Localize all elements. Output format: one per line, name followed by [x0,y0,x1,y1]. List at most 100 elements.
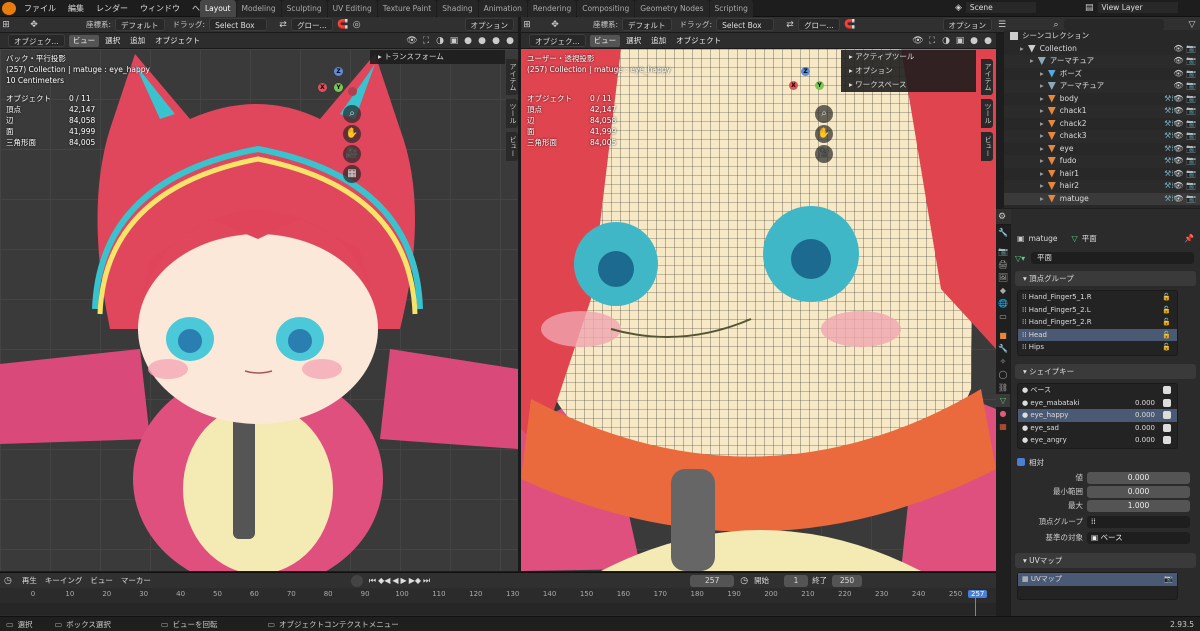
object-menu[interactable]: オブジェクト [151,35,204,47]
slider-max-field[interactable]: 1.000 [1087,500,1190,512]
shape-key-checkbox[interactable] [1163,423,1171,432]
vertex-group-item[interactable]: ⁞⁞ Hips 🔓 [1018,341,1177,354]
gizmo-icon[interactable]: ⛶ [420,35,432,47]
vertex-group-item[interactable]: ⁞⁞ Hand_Finger5_2.L 🔓 [1018,304,1177,317]
shape-key-item[interactable]: ● eye_angry 0.000 [1018,434,1177,447]
view-menu[interactable]: ビュー [589,34,621,47]
uv-map-item[interactable]: ▦ UVマップ 📷 [1018,573,1177,586]
lock-icon[interactable]: 🔓 [1162,329,1171,342]
transform-pivot-icon[interactable]: ⇄ [277,19,289,31]
camera-icon[interactable]: 📷 [1164,573,1173,586]
select-menu[interactable]: 選択 [101,35,124,47]
value-field[interactable]: 0.000 [1087,472,1190,484]
shape-key-value[interactable]: 0.000 [1135,409,1155,422]
outliner-item[interactable]: ▸ chack2 ⚒⁞▽ 👁 📷 [1004,118,1200,131]
eye-icon[interactable]: 👁 📷 [1173,143,1196,156]
expand-arrow-icon[interactable]: ▸ [1040,181,1044,190]
shape-key-item[interactable]: ● eye_happy 0.000 [1018,409,1177,422]
drag-select[interactable]: Select Box [209,18,268,31]
camera-icon[interactable]: 🎥 [343,145,361,163]
sidebar-tab-tool[interactable]: ツール [981,99,993,128]
editor-type-icon[interactable]: ☰ [996,19,1008,31]
world-tab-icon[interactable]: 🌐 [996,297,1010,310]
data-tab-icon[interactable]: ▽ [996,394,1010,407]
expand-arrow-icon[interactable]: ▸ [1040,144,1044,153]
gizmo-x-axis[interactable]: X [318,83,327,92]
orientation-select[interactable]: デフォルト [622,18,672,31]
outliner-item[interactable]: ▸ chack1 ⚒⁞▽ 👁 📷 [1004,105,1200,118]
camera-icon[interactable]: 🎥 [815,145,833,163]
eye-icon[interactable]: 👁 📷 [1173,118,1196,131]
shading-solid-icon[interactable]: ● [476,35,488,47]
expand-arrow-icon[interactable]: ▸ [1040,106,1044,115]
zoom-icon[interactable]: ⌕ [815,105,833,123]
xray-icon[interactable]: ▣ [448,35,460,47]
vertex-groups-panel-header[interactable]: ▾ 頂点グループ [1015,271,1196,286]
editor-type-icon[interactable]: ⚙ [996,211,1008,223]
outliner-item[interactable]: ▸ eye ⚒⁞▽ 👁 📷 [1004,143,1200,156]
eye-icon[interactable]: 👁 📷 [1173,130,1196,143]
outliner-search[interactable] [1064,19,1164,30]
view-menu[interactable]: ビュー [68,34,100,47]
gizmo-z-axis[interactable]: Z [801,67,810,76]
outliner-item[interactable]: ▸ chack3 ⚒⁞▽ 👁 📷 [1004,130,1200,143]
outliner-item[interactable]: ▸ ボーズ 👁 📷 [1004,68,1200,81]
playhead-label[interactable]: 257 [968,590,988,598]
view-layer-selector[interactable]: ▤ View Layer [1085,2,1178,13]
grid-ortho-icon[interactable]: ▦ [343,165,361,183]
shape-key-item[interactable]: ● ベース [1018,384,1177,397]
view-layer-tab-icon[interactable]: 🖼 [996,271,1010,284]
orientation-gizmo[interactable]: Z X Y [318,67,358,107]
tab-shading[interactable]: Shading [437,0,478,17]
shape-keys-panel-header[interactable]: ▾ シェイプキー [1015,364,1196,379]
tab-sculpting[interactable]: Sculpting [281,0,327,17]
expand-arrow-icon[interactable]: ▸ [1040,119,1044,128]
shading-solid-icon[interactable]: ● [968,35,980,47]
lock-icon[interactable]: 🔓 [1162,304,1171,317]
eye-icon[interactable]: 👁 📷 [1173,180,1196,193]
select-menu[interactable]: 選択 [622,35,645,47]
eye-icon[interactable]: 👁 📷 [1173,80,1196,93]
tab-scripting[interactable]: Scripting [709,0,753,17]
transform-pivot-icon[interactable]: ⇄ [784,19,796,31]
shape-key-value[interactable]: 0.000 [1135,397,1155,410]
tab-compositing[interactable]: Compositing [577,0,635,17]
gizmo-x-axis[interactable]: X [789,81,798,90]
shape-key-item[interactable]: ● eye_mabataki 0.000 [1018,397,1177,410]
right-3d-viewport[interactable]: ユーザー・透視投影 (257) Collection | matuge : ey… [521,49,996,571]
eye-icon[interactable]: 👁 📷 [1173,193,1196,206]
popover-item-workspace[interactable]: ▸ ワークスペース [849,78,968,92]
relative-to-field[interactable]: ▣ ベース [1087,532,1190,544]
gizmo-icon[interactable]: ⛶ [926,35,938,47]
editor-type-icon[interactable]: ⊞ [0,19,12,31]
outliner-item[interactable]: ▸ matuge ⚒⁞▽ 👁 📷 [1004,192,1200,206]
relative-checkbox[interactable] [1017,458,1025,466]
popover-item-options[interactable]: ▸ オプション [849,64,968,78]
outliner-scene-collection[interactable]: シーンコレクション [1004,30,1200,43]
object-menu[interactable]: オブジェクト [672,35,725,47]
sidebar-tab-view[interactable]: ビュー [981,132,993,161]
blender-logo-icon[interactable] [2,2,16,15]
funnel-icon[interactable]: ▽ [1186,19,1198,31]
shape-key-checkbox[interactable] [1163,386,1171,394]
outliner-item[interactable]: ▸ アーマチュア 👁 📷 [1004,80,1200,93]
eye-icon[interactable]: 👁 📷 [1173,105,1196,118]
output-tab-icon[interactable]: 🖨 [996,258,1010,271]
mesh-datablock-field[interactable]: 平面 [1031,252,1194,264]
outliner-item[interactable]: ▸ hair1 ⚒⁞▽ 👁 📷 [1004,168,1200,181]
tab-rendering[interactable]: Rendering [527,0,577,17]
editor-type-icon[interactable]: ⊞ [521,19,533,31]
gizmo-z-axis[interactable]: Z [334,67,343,76]
expand-arrow-icon[interactable]: ▸ [1020,44,1024,53]
expand-arrow-icon[interactable]: ▸ [1040,94,1044,103]
visibility-icon[interactable]: 👁 [406,35,418,47]
scene-selector[interactable]: ◈ Scene [955,2,1036,13]
constraints-tab-icon[interactable]: ⛓ [996,381,1010,394]
snap-icon[interactable]: 🧲 [337,19,349,31]
shape-key-item[interactable]: ● eye_sad 0.000 [1018,422,1177,435]
expand-arrow-icon[interactable]: ▸ [1040,69,1044,78]
gizmo-neg-x[interactable] [348,87,357,96]
tab-modeling[interactable]: Modeling [236,0,281,17]
uv-maps-panel-header[interactable]: ▾ UVマップ [1015,553,1196,568]
pan-hand-icon[interactable]: ✋ [815,125,833,143]
